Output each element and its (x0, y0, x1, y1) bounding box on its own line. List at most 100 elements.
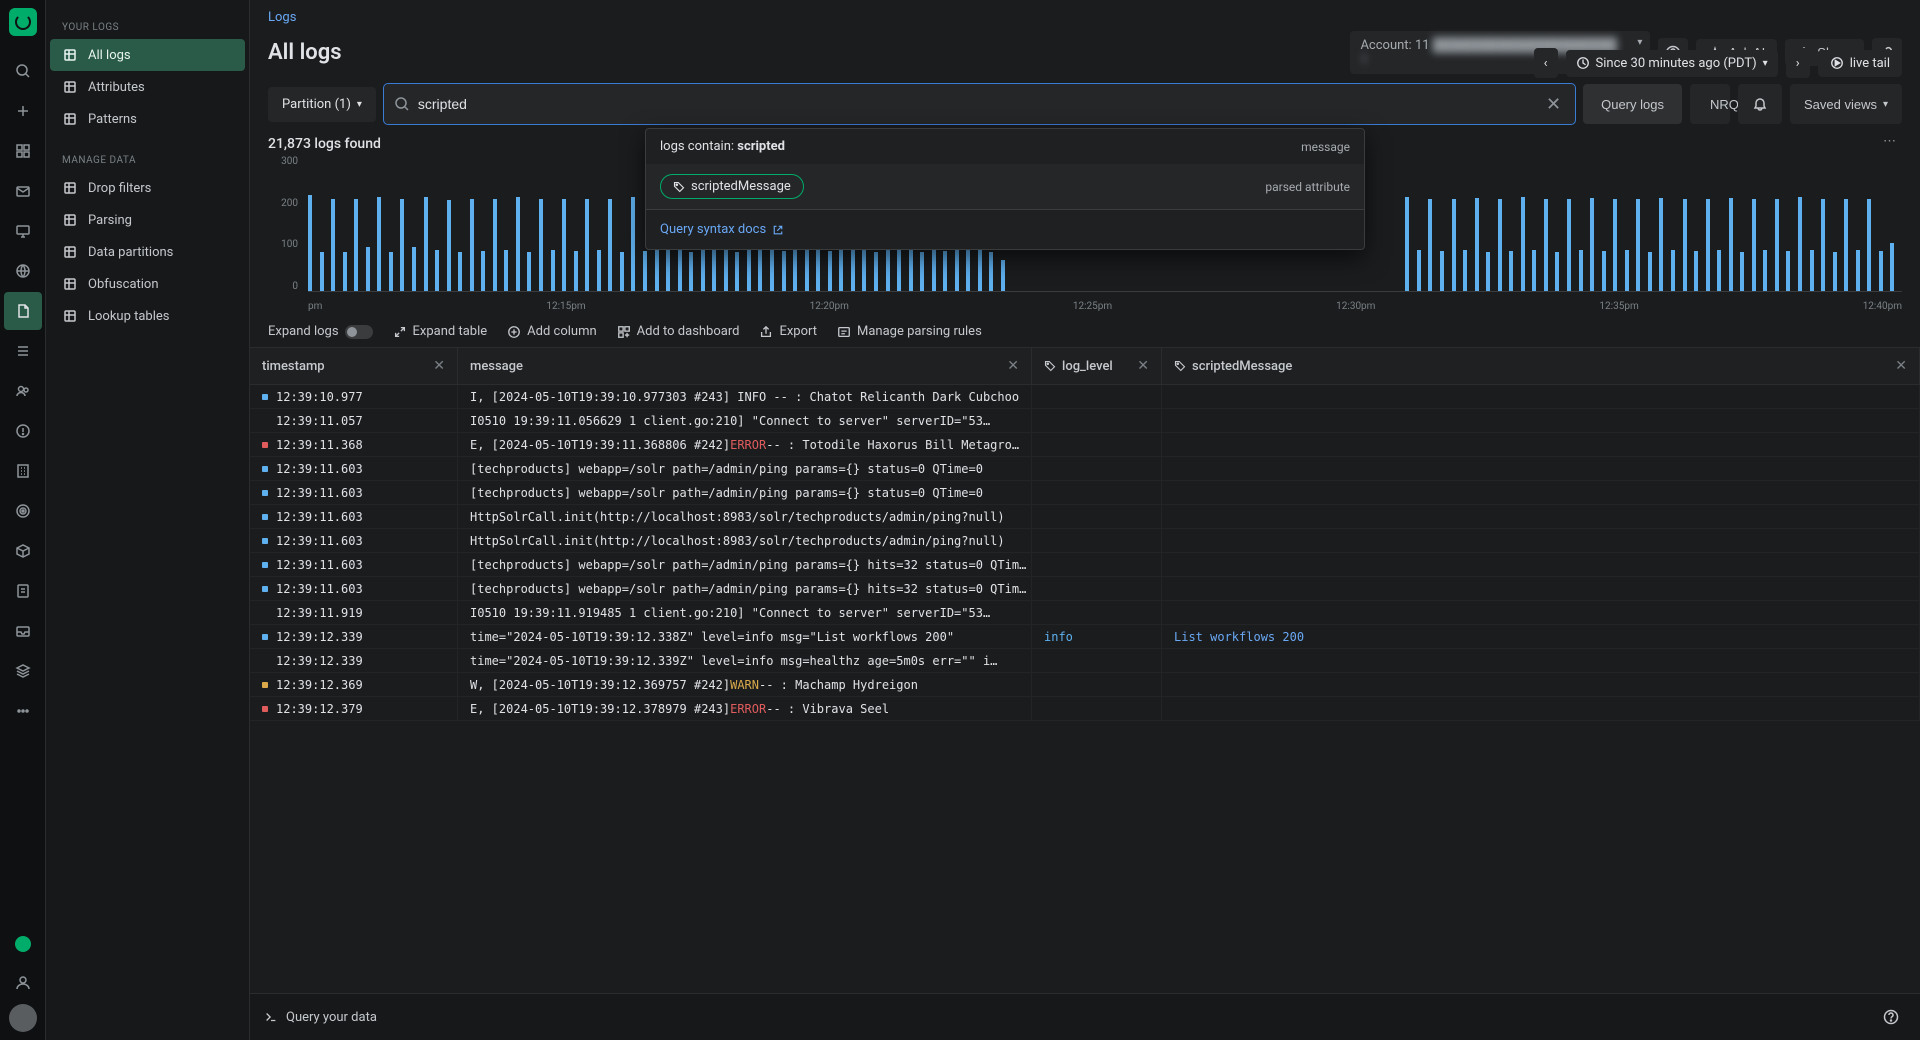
chart-bar[interactable] (1498, 199, 1502, 291)
time-range-picker[interactable]: Since 30 minutes ago (PDT) ▾ (1566, 50, 1778, 77)
rail-more-icon[interactable] (4, 692, 42, 730)
chart-bar[interactable] (1786, 251, 1790, 291)
chart-bar[interactable] (735, 252, 739, 291)
chart-bar[interactable] (597, 250, 601, 291)
chart-bar[interactable] (1752, 199, 1756, 291)
chart-bar[interactable] (1001, 260, 1005, 291)
rail-users-icon[interactable] (4, 372, 42, 410)
rail-alert-icon[interactable] (4, 412, 42, 450)
chart-bar[interactable] (400, 199, 404, 291)
chart-bar[interactable] (1821, 199, 1825, 291)
app-logo[interactable] (9, 8, 37, 36)
chart-bar[interactable] (1486, 252, 1490, 291)
column-header-log-level[interactable]: log_level ✕ (1032, 348, 1162, 384)
autocomplete-row-message[interactable]: logs contain: scripted message (646, 129, 1364, 164)
expand-table-button[interactable]: Expand table (393, 324, 488, 339)
column-header-timestamp[interactable]: timestamp ✕ (250, 348, 458, 384)
chart-bar[interactable] (447, 200, 451, 291)
chart-bar[interactable] (435, 250, 439, 291)
table-row[interactable]: 12:39:10.977I, [2024-05-10T19:39:10.9773… (250, 385, 1920, 409)
rail-file-icon[interactable] (4, 292, 42, 330)
chart-bar[interactable] (308, 195, 312, 291)
chart-bar[interactable] (1555, 252, 1559, 291)
chart-bar[interactable] (966, 250, 970, 291)
query-your-data-button[interactable]: Query your data (264, 1010, 377, 1025)
sidebar-item-data-partitions[interactable]: Data partitions (46, 236, 249, 268)
chart-bar[interactable] (620, 252, 624, 291)
chart-bar[interactable] (758, 250, 762, 291)
chart-bar[interactable] (608, 199, 612, 291)
remove-column-button[interactable]: ✕ (433, 358, 445, 374)
chart-bar[interactable] (1636, 199, 1640, 291)
chart-bar[interactable] (470, 199, 474, 291)
chart-bar[interactable] (1671, 250, 1675, 291)
breadcrumb-logs[interactable]: Logs (268, 10, 296, 25)
chart-bar[interactable] (1579, 250, 1583, 291)
rail-globe-icon[interactable] (4, 252, 42, 290)
saved-views-button[interactable]: Saved views ▾ (1790, 84, 1902, 124)
chart-bar[interactable] (851, 250, 855, 291)
chart-bar[interactable] (1890, 243, 1894, 291)
avatar[interactable] (9, 1004, 37, 1032)
chart-bar[interactable] (343, 252, 347, 291)
table-row[interactable]: 12:39:12.339time="2024-05-10T19:39:12.33… (250, 649, 1920, 673)
table-row[interactable]: 12:39:12.339time="2024-05-10T19:39:12.33… (250, 625, 1920, 649)
chart-bar[interactable] (481, 251, 485, 291)
chart-bar[interactable] (1428, 199, 1432, 291)
alerts-button[interactable] (1738, 84, 1782, 124)
chart-bar[interactable] (1867, 199, 1871, 291)
remove-column-button[interactable]: ✕ (1137, 358, 1149, 374)
chart-bar[interactable] (527, 252, 531, 291)
rail-building-icon[interactable] (4, 452, 42, 490)
chart-bar[interactable] (1833, 252, 1837, 291)
rail-paper-icon[interactable] (4, 572, 42, 610)
rail-target-icon[interactable] (4, 492, 42, 530)
hint-icon[interactable] (15, 936, 31, 952)
chart-bar[interactable] (1775, 199, 1779, 291)
chart-bar[interactable] (689, 252, 693, 291)
chart-bar[interactable] (1405, 197, 1409, 291)
toggle-switch[interactable] (345, 325, 373, 339)
chart-bar[interactable] (1683, 199, 1687, 291)
sidebar-item-lookup-tables[interactable]: Lookup tables (46, 300, 249, 332)
chart-bar[interactable] (1648, 252, 1652, 291)
sidebar-item-patterns[interactable]: Patterns (46, 103, 249, 135)
chart-bar[interactable] (1625, 250, 1629, 291)
chart-bar[interactable] (1590, 198, 1594, 291)
chart-bar[interactable] (1694, 251, 1698, 291)
sidebar-item-obfuscation[interactable]: Obfuscation (46, 268, 249, 300)
chart-bar[interactable] (1452, 199, 1456, 291)
chart-bar[interactable] (782, 251, 786, 291)
chart-bar[interactable] (377, 197, 381, 291)
chart-bar[interactable] (1717, 250, 1721, 291)
table-row[interactable]: 12:39:11.919I0510 19:39:11.919485 1 clie… (250, 601, 1920, 625)
chart-bar[interactable] (805, 250, 809, 291)
rail-stack-icon[interactable] (4, 652, 42, 690)
chart-bar[interactable] (1602, 251, 1606, 291)
table-row[interactable]: 12:39:11.603[techproducts] webapp=/solr … (250, 481, 1920, 505)
chart-bar[interactable] (516, 197, 520, 291)
chart-bar[interactable] (828, 251, 832, 291)
table-row[interactable]: 12:39:11.603[techproducts] webapp=/solr … (250, 553, 1920, 577)
chart-bar[interactable] (551, 250, 555, 291)
rail-plus-icon[interactable] (4, 92, 42, 130)
table-row[interactable]: 12:39:12.379E, [2024-05-10T19:39:12.3789… (250, 697, 1920, 721)
query-logs-button[interactable]: Query logs (1583, 84, 1682, 124)
partition-picker[interactable]: Partition (1) ▾ (268, 87, 376, 122)
chart-bar[interactable] (320, 252, 324, 291)
chart-bar[interactable] (1521, 197, 1525, 291)
chart-bar[interactable] (920, 252, 924, 291)
chart-bar[interactable] (539, 199, 543, 291)
chart-bar[interactable] (562, 199, 566, 291)
chart-bar[interactable] (1798, 197, 1802, 291)
rail-grid-icon[interactable] (4, 132, 42, 170)
sidebar-item-attributes[interactable]: Attributes (46, 71, 249, 103)
chart-bar[interactable] (1509, 251, 1513, 291)
rail-mail-icon[interactable] (4, 172, 42, 210)
nrql-button[interactable]: NRQL (1690, 84, 1730, 124)
table-row[interactable]: 12:39:11.368E, [2024-05-10T19:39:11.3688… (250, 433, 1920, 457)
rail-list-icon[interactable] (4, 332, 42, 370)
chart-bar[interactable] (389, 252, 393, 291)
add-column-button[interactable]: Add column (507, 324, 597, 339)
time-next-button[interactable]: › (1786, 48, 1810, 78)
